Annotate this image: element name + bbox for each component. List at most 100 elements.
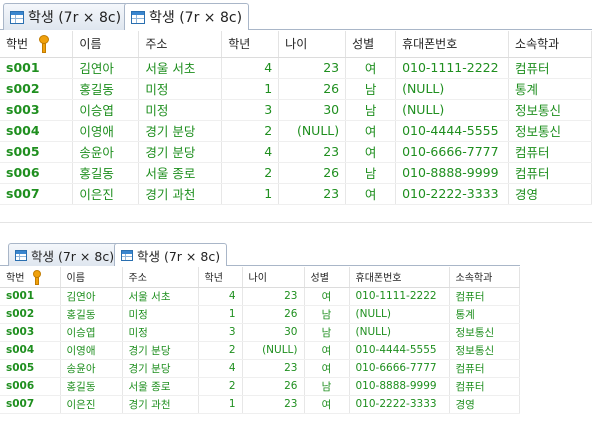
cell-department[interactable]: 정보통신 (449, 341, 520, 360)
cell-phone[interactable]: 010-1111-2222 (395, 57, 510, 79)
table-row[interactable]: s002 홍길동 미정 1 26 남 (NULL) 통계 (0, 305, 520, 324)
column-header-age[interactable]: 나이 (242, 267, 305, 288)
cell-name[interactable]: 이승엽 (60, 323, 123, 342)
cell-grade[interactable]: 2 (198, 341, 243, 360)
cell-phone[interactable]: 010-4444-5555 (349, 341, 450, 360)
cell-student-id[interactable]: s004 (0, 341, 61, 360)
cell-grade[interactable]: 2 (198, 377, 243, 396)
cell-phone[interactable]: 010-1111-2222 (349, 287, 450, 306)
table-row[interactable]: s006 홍길동 서울 종로 2 26 남 010-8888-9999 컴퓨터 (0, 377, 520, 396)
cell-name[interactable]: 홍길동 (72, 78, 140, 100)
cell-gender[interactable]: 여 (345, 57, 397, 79)
cell-grade[interactable]: 3 (198, 323, 243, 342)
cell-name[interactable]: 송윤아 (72, 141, 140, 163)
cell-name[interactable]: 이영애 (72, 120, 140, 142)
cell-address[interactable]: 미정 (138, 78, 223, 100)
cell-phone[interactable]: 010-8888-9999 (349, 377, 450, 396)
cell-name[interactable]: 이은진 (72, 183, 140, 205)
table-row[interactable]: s005 송윤아 경기 분당 4 23 여 010-6666-7777 컴퓨터 (0, 141, 592, 163)
cell-address[interactable]: 경기 분당 (138, 120, 223, 142)
cell-address[interactable]: 경기 과천 (138, 183, 223, 205)
cell-department[interactable]: 경영 (449, 395, 520, 414)
cell-department[interactable]: 컴퓨터 (449, 287, 520, 306)
column-header-gender[interactable]: 성별 (345, 31, 397, 58)
column-header-address[interactable]: 주소 (122, 267, 199, 288)
cell-department[interactable]: 컴퓨터 (508, 141, 592, 163)
column-header-grade[interactable]: 학년 (198, 267, 243, 288)
cell-phone[interactable]: (NULL) (395, 99, 510, 121)
cell-name[interactable]: 홍길동 (60, 377, 123, 396)
column-header-age[interactable]: 나이 (278, 31, 347, 58)
cell-address[interactable]: 서울 서초 (122, 287, 199, 306)
cell-address[interactable]: 경기 분당 (122, 341, 199, 360)
cell-age[interactable]: 30 (242, 323, 305, 342)
cell-address[interactable]: 서울 종로 (138, 162, 223, 184)
table-row[interactable]: s001 김연아 서울 서초 4 23 여 010-1111-2222 컴퓨터 (0, 287, 520, 306)
cell-student-id[interactable]: s005 (0, 359, 61, 378)
cell-student-id[interactable]: s003 (0, 99, 74, 121)
column-header-student-id[interactable]: 학번 (0, 267, 61, 288)
cell-age[interactable]: 26 (278, 78, 347, 100)
cell-student-id[interactable]: s003 (0, 323, 61, 342)
cell-address[interactable]: 경기 과천 (122, 395, 199, 414)
cell-grade[interactable]: 2 (221, 162, 280, 184)
cell-age[interactable]: 23 (278, 57, 347, 79)
column-header-department[interactable]: 소속학과 (449, 267, 520, 288)
cell-phone[interactable]: 010-4444-5555 (395, 120, 510, 142)
tab-result-2[interactable]: 학생 (7r × 8c) (114, 243, 228, 266)
cell-gender[interactable]: 여 (304, 341, 350, 360)
cell-student-id[interactable]: s001 (0, 57, 74, 79)
cell-student-id[interactable]: s002 (0, 305, 61, 324)
cell-gender[interactable]: 여 (304, 395, 350, 414)
column-header-phone[interactable]: 휴대폰번호 (349, 267, 450, 288)
cell-age[interactable]: (NULL) (242, 341, 305, 360)
cell-address[interactable]: 서울 종로 (122, 377, 199, 396)
cell-phone[interactable]: 010-2222-3333 (395, 183, 510, 205)
column-header-grade[interactable]: 학년 (221, 31, 280, 58)
table-row[interactable]: s003 이승엽 미정 3 30 남 (NULL) 정보통신 (0, 99, 592, 121)
cell-name[interactable]: 홍길동 (72, 162, 140, 184)
cell-age[interactable]: 30 (278, 99, 347, 121)
cell-department[interactable]: 통계 (449, 305, 520, 324)
column-header-address[interactable]: 주소 (138, 31, 223, 58)
cell-address[interactable]: 경기 분당 (122, 359, 199, 378)
cell-department[interactable]: 정보통신 (508, 120, 592, 142)
table-row[interactable]: s006 홍길동 서울 종로 2 26 남 010-8888-9999 컴퓨터 (0, 162, 592, 184)
cell-department[interactable]: 통계 (508, 78, 592, 100)
cell-age[interactable]: 23 (242, 287, 305, 306)
table-row[interactable]: s002 홍길동 미정 1 26 남 (NULL) 통계 (0, 78, 592, 100)
cell-department[interactable]: 컴퓨터 (508, 162, 592, 184)
cell-gender[interactable]: 남 (345, 162, 397, 184)
cell-name[interactable]: 이은진 (60, 395, 123, 414)
cell-gender[interactable]: 여 (304, 287, 350, 306)
table-row[interactable]: s005 송윤아 경기 분당 4 23 여 010-6666-7777 컴퓨터 (0, 359, 520, 378)
cell-gender[interactable]: 여 (345, 120, 397, 142)
cell-gender[interactable]: 여 (345, 183, 397, 205)
cell-gender[interactable]: 여 (304, 359, 350, 378)
column-header-name[interactable]: 이름 (60, 267, 123, 288)
cell-age[interactable]: (NULL) (278, 120, 347, 142)
cell-age[interactable]: 26 (242, 377, 305, 396)
cell-department[interactable]: 컴퓨터 (449, 377, 520, 396)
cell-gender[interactable]: 남 (304, 323, 350, 342)
cell-student-id[interactable]: s006 (0, 162, 74, 184)
table-row[interactable]: s001 김연아 서울 서초 4 23 여 010-1111-2222 컴퓨터 (0, 57, 592, 79)
column-header-name[interactable]: 이름 (72, 31, 140, 58)
table-row[interactable]: s004 이영애 경기 분당 2 (NULL) 여 010-4444-5555 정보통신 (0, 341, 520, 360)
cell-gender[interactable]: 여 (345, 141, 397, 163)
cell-student-id[interactable]: s007 (0, 183, 74, 205)
cell-grade[interactable]: 1 (221, 183, 280, 205)
cell-gender[interactable]: 남 (345, 78, 397, 100)
cell-phone[interactable]: 010-6666-7777 (349, 359, 450, 378)
cell-phone[interactable]: (NULL) (349, 305, 450, 324)
cell-grade[interactable]: 4 (198, 287, 243, 306)
cell-grade[interactable]: 4 (221, 141, 280, 163)
cell-name[interactable]: 홍길동 (60, 305, 123, 324)
cell-student-id[interactable]: s001 (0, 287, 61, 306)
cell-phone[interactable]: (NULL) (349, 323, 450, 342)
table-row[interactable]: s003 이승엽 미정 3 30 남 (NULL) 정보통신 (0, 323, 520, 342)
cell-grade[interactable]: 1 (221, 78, 280, 100)
cell-gender[interactable]: 남 (304, 377, 350, 396)
cell-name[interactable]: 이영애 (60, 341, 123, 360)
cell-student-id[interactable]: s007 (0, 395, 61, 414)
